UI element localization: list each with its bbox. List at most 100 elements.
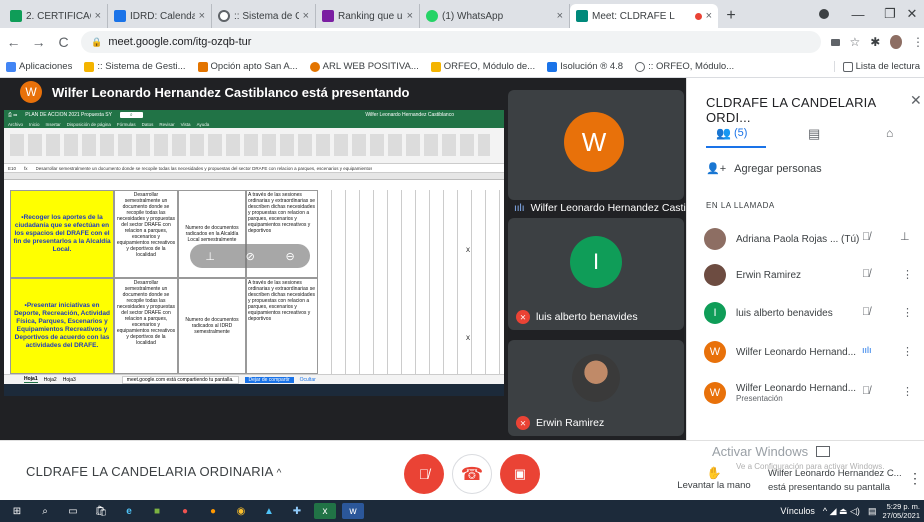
mic-off-icon: 🎙̸ (862, 231, 871, 243)
mic-toggle-button[interactable]: 🎙̸ (404, 454, 444, 494)
autosave-icon: ⎙ ▭ (8, 112, 18, 118)
lock-icon: 🔒 (91, 36, 103, 47)
browser-tab[interactable]: :: Sistema de Gestión × (212, 4, 316, 28)
close-tab-icon[interactable]: × (303, 10, 309, 22)
mic-off-icon: ⨯ (516, 416, 530, 430)
taskbar-links[interactable]: Vínculos (780, 506, 815, 516)
presenter-avatar: W (20, 81, 42, 103)
store-icon[interactable]: 🛍 (90, 503, 112, 519)
apps-grid-icon (6, 61, 16, 72)
more-options-icon[interactable]: ⋮ (908, 470, 922, 487)
chat-icon: ▤ (808, 126, 821, 141)
more-options-icon[interactable]: ⋮ (902, 345, 913, 358)
app-icon[interactable]: ● (174, 503, 196, 519)
bookmark-item[interactable]: ORFEO, Módulo de... (430, 61, 535, 72)
remove-icon[interactable]: ⊖ (285, 250, 294, 263)
more-options-icon[interactable]: ⋮ (902, 385, 913, 398)
participant-tile[interactable]: I ⨯ luis alberto benavides (508, 218, 684, 330)
bookmark-item[interactable]: Aplicaciones (6, 61, 72, 72)
participant-row[interactable]: I luis alberto benavides (704, 296, 914, 330)
avatar[interactable] (890, 35, 903, 49)
presentation-overlay-controls[interactable]: ⊥ ⊘ ⊖ (190, 244, 310, 268)
people-icon: 👥 (716, 126, 731, 140)
bookmark-item[interactable]: ARL WEB POSITIVA... (309, 61, 419, 72)
app-icon[interactable]: ■ (146, 503, 168, 519)
edge-icon[interactable]: e (118, 503, 140, 519)
camera-indicator-icon[interactable] (831, 38, 840, 46)
windows-start-icon[interactable]: ⊞ (6, 503, 28, 519)
excel-menu-item: Datos (141, 121, 154, 127)
close-tab-icon[interactable]: × (407, 10, 413, 22)
camera-toggle-button[interactable]: ▣ (500, 454, 540, 494)
new-tab-button[interactable]: + (718, 4, 744, 28)
tile-name: luis alberto benavides (536, 311, 638, 323)
app-icon[interactable]: ✚ (286, 503, 308, 519)
task-view-icon[interactable]: ▭ (62, 503, 84, 519)
tab-people[interactable]: 👥 (5) (716, 126, 747, 140)
participant-row[interactable]: Adriana Paola Rojas ... (Tú) (704, 222, 914, 256)
firefox-icon[interactable]: ● (202, 503, 224, 519)
participant-row[interactable]: Erwin Ramirez (704, 258, 914, 292)
whatsapp-icon (426, 10, 438, 22)
address-bar[interactable]: 🔒 meet.google.com/itg-ozqb-tur (81, 31, 822, 53)
browser-tab[interactable]: (1) WhatsApp × (420, 4, 570, 28)
bookmark-item[interactable]: :: ORFEO, Módulo... (635, 61, 734, 72)
chrome-icon[interactable]: ◉ (230, 503, 252, 519)
participant-row[interactable]: W Wilfer Leonardo Hernand... Presentació… (704, 374, 914, 412)
browser-tab[interactable]: Ranking que ubica a C × (316, 4, 420, 28)
bookmark-label: :: ORFEO, Módulo... (648, 61, 735, 72)
notification-icon[interactable]: ▤ (868, 506, 877, 517)
close-tab-icon[interactable]: × (557, 10, 563, 22)
bookmark-favicon-icon (547, 61, 558, 72)
more-options-icon[interactable]: ⋮ (902, 268, 913, 281)
browser-tab[interactable]: IDRD: Calendario - Se × (108, 4, 212, 28)
excel-ribbon (4, 128, 504, 164)
tray-icons[interactable]: ^ ◢ ⏏ ◁) (823, 506, 860, 517)
browser-tab[interactable]: 2. CERTIFICACION_CU × (4, 4, 108, 28)
close-tab-icon[interactable]: × (199, 10, 205, 22)
bookmark-item[interactable]: :: Sistema de Gesti... (84, 61, 186, 72)
bookmark-label: ARL WEB POSITIVA... (322, 61, 419, 72)
tab-activities[interactable]: ⌂ (886, 126, 893, 140)
close-panel-icon[interactable]: ✕ (910, 92, 922, 109)
leave-call-button[interactable]: ☎ (452, 454, 492, 494)
pin-icon[interactable]: ⊥ (205, 250, 215, 263)
excel-icon[interactable]: x (314, 503, 336, 519)
activate-windows-text: Activar Windows (712, 444, 809, 459)
profile-dot-icon[interactable] (806, 0, 842, 28)
raise-hand-label: Levantar la mano (677, 480, 751, 491)
bookmark-label: :: Sistema de Gesti... (97, 61, 186, 72)
back-icon[interactable]: ← (6, 34, 21, 50)
add-people-button[interactable]: 👤+ Agregar personas (706, 162, 822, 176)
close-tab-icon[interactable]: × (706, 10, 712, 22)
bookmark-item[interactable]: Isolución ® 4.8 (547, 61, 623, 72)
menu-dots-icon[interactable]: ⋮ (912, 35, 924, 49)
participant-row[interactable]: W Wilfer Leonardo Hernand... (704, 335, 914, 369)
excel-menu-item: Disposición de página (66, 121, 111, 127)
pin-icon[interactable]: ⊥ (900, 230, 910, 243)
windows-taskbar: ⊞ ⌕ ▭ 🛍 e ■ ● ● ◉ ▲ ✚ x w Vínculos ^ ◢ ⏏… (0, 500, 924, 522)
tab-favicon-icon (114, 10, 126, 22)
reload-icon[interactable]: C (56, 34, 71, 50)
present-screen-icon[interactable] (816, 446, 831, 457)
app-icon[interactable]: ▲ (258, 503, 280, 519)
minimize-icon[interactable]: — (840, 0, 876, 28)
participant-tile[interactable]: W ıılı Wilfer Leonardo Hernandez Casti..… (508, 90, 695, 214)
meeting-name[interactable]: CLDRAFE LA CANDELARIA ORDINARIA ^ (26, 464, 282, 479)
mute-slash-icon[interactable]: ⊘ (246, 250, 255, 263)
tab-chat[interactable]: ▤ (808, 126, 820, 142)
word-icon[interactable]: w (342, 503, 364, 519)
close-window-icon[interactable]: ✕ (900, 0, 924, 28)
extensions-icon[interactable]: ✱ (870, 35, 880, 49)
forward-icon[interactable]: → (31, 34, 46, 50)
taskbar-clock[interactable]: 5:29 p. m. 27/05/2021 (882, 502, 920, 520)
search-icon[interactable]: ⌕ (34, 503, 56, 519)
participant-tile[interactable]: ⨯ Erwin Ramirez (508, 340, 684, 436)
close-tab-icon[interactable]: × (95, 10, 101, 22)
browser-tab-active[interactable]: Meet: CLDRAFE L × (570, 4, 718, 28)
bookmark-label: Aplicaciones (19, 61, 73, 72)
more-options-icon[interactable]: ⋮ (902, 306, 913, 319)
bookmark-item[interactable]: Opción apto San A... (197, 61, 298, 72)
reading-list-button[interactable]: Lista de lectura (833, 61, 920, 72)
star-icon[interactable]: ☆ (850, 35, 861, 49)
